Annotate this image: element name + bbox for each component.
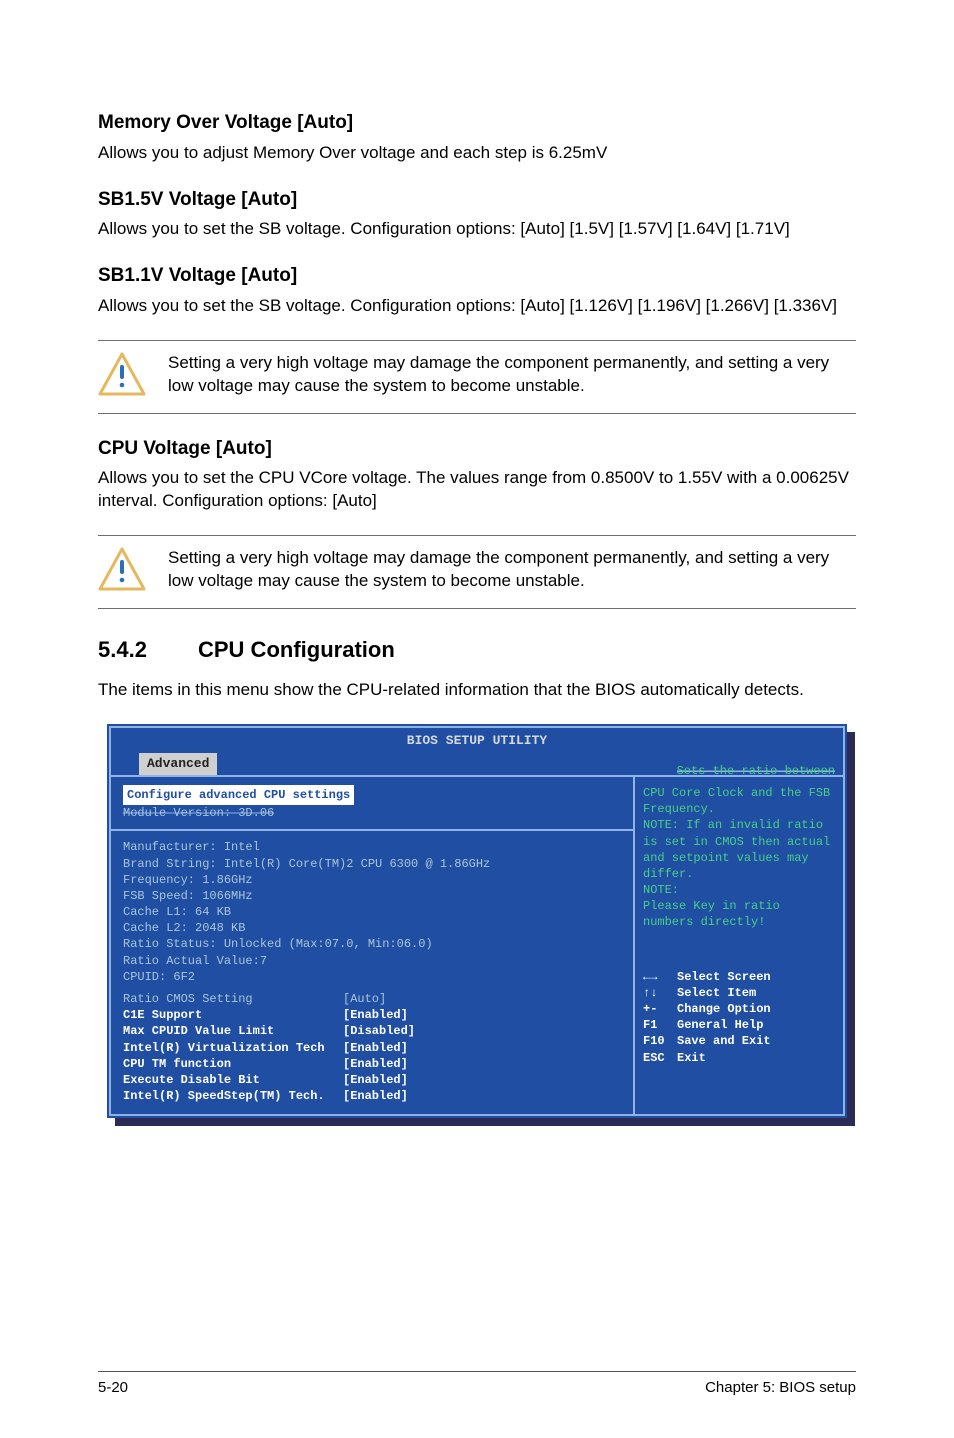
bios-nav-row: F10Save and Exit xyxy=(643,1033,835,1049)
bios-setting-row: Execute Disable Bit[Enabled] xyxy=(123,1072,623,1088)
bios-info-line: Cache L1: 64 KB xyxy=(123,904,623,920)
body-sb11v: Allows you to set the SB voltage. Config… xyxy=(98,295,856,318)
heading-cpu-voltage: CPU Voltage [Auto] xyxy=(98,436,856,462)
warning-box: Setting a very high voltage may damage t… xyxy=(98,340,856,414)
bios-setting-row: Max CPUID Value Limit[Disabled] xyxy=(123,1023,623,1039)
body-memory-over-voltage: Allows you to adjust Memory Over voltage… xyxy=(98,142,856,165)
bios-help-text: CPU Core Clock and the FSB Frequency. NO… xyxy=(643,785,835,931)
heading-sb15v: SB1.5V Voltage [Auto] xyxy=(98,187,856,213)
bios-info-line: Frequency: 1.86GHz xyxy=(123,872,623,888)
warning-box: Setting a very high voltage may damage t… xyxy=(98,535,856,609)
bios-info-line: Ratio Actual Value:7 xyxy=(123,953,623,969)
page-number: 5-20 xyxy=(98,1378,128,1398)
body-sb15v: Allows you to set the SB voltage. Config… xyxy=(98,218,856,241)
chapter-intro: The items in this menu show the CPU-rela… xyxy=(98,679,856,702)
warning-icon xyxy=(98,546,146,594)
bios-right-pane: CPU Core Clock and the FSB Frequency. NO… xyxy=(633,777,843,1114)
bios-info-line: Manufacturer: Intel xyxy=(123,839,623,855)
bios-info-line: FSB Speed: 1066MHz xyxy=(123,888,623,904)
chapter-title: CPU Configuration xyxy=(198,637,395,662)
bios-setting-row: CPU TM function[Enabled] xyxy=(123,1056,623,1072)
bios-help-top-cut: Sets the ratio between xyxy=(677,763,835,779)
bios-setting-row: Intel(R) Virtualization Tech[Enabled] xyxy=(123,1040,623,1056)
bios-nav-row: F1General Help xyxy=(643,1017,835,1033)
chapter-heading: 5.4.2CPU Configuration xyxy=(98,635,856,665)
heading-sb11v: SB1.1V Voltage [Auto] xyxy=(98,263,856,289)
bios-setting-row: Ratio CMOS Setting[Auto] xyxy=(123,991,623,1007)
bios-setting-row: Intel(R) SpeedStep(TM) Tech.[Enabled] xyxy=(123,1088,623,1104)
bios-left-pane: Configure advanced CPU settings Module V… xyxy=(111,777,633,1114)
bios-module-version: Module Version: 3D.06 xyxy=(123,806,274,820)
footer-chapter: Chapter 5: BIOS setup xyxy=(705,1378,856,1398)
bios-screenshot: BIOS SETUP UTILITY Advanced Sets the rat… xyxy=(107,724,847,1118)
bios-tab-advanced: Advanced xyxy=(139,753,217,775)
bios-nav-row: +-Change Option xyxy=(643,1001,835,1017)
bios-nav-row: ←→Select Screen xyxy=(643,969,835,985)
bios-nav-row: ESCExit xyxy=(643,1050,835,1066)
bios-config-heading: Configure advanced CPU settings xyxy=(123,785,354,805)
page-footer: 5-20 Chapter 5: BIOS setup xyxy=(98,1371,856,1398)
bios-nav-row: ↑↓Select Item xyxy=(643,985,835,1001)
bios-title: BIOS SETUP UTILITY xyxy=(111,728,843,752)
warning-text: Setting a very high voltage may damage t… xyxy=(168,547,856,593)
heading-memory-over-voltage: Memory Over Voltage [Auto] xyxy=(98,110,856,136)
warning-text: Setting a very high voltage may damage t… xyxy=(168,352,856,398)
bios-setting-row: C1E Support[Enabled] xyxy=(123,1007,623,1023)
bios-info-line: Ratio Status: Unlocked (Max:07.0, Min:06… xyxy=(123,936,623,952)
body-cpu-voltage: Allows you to set the CPU VCore voltage.… xyxy=(98,467,856,513)
bios-info-line: Brand String: Intel(R) Core(TM)2 CPU 630… xyxy=(123,856,623,872)
bios-info-line: Cache L2: 2048 KB xyxy=(123,920,623,936)
warning-icon xyxy=(98,351,146,399)
bios-info-line: CPUID: 6F2 xyxy=(123,969,623,985)
chapter-number: 5.4.2 xyxy=(98,635,198,665)
